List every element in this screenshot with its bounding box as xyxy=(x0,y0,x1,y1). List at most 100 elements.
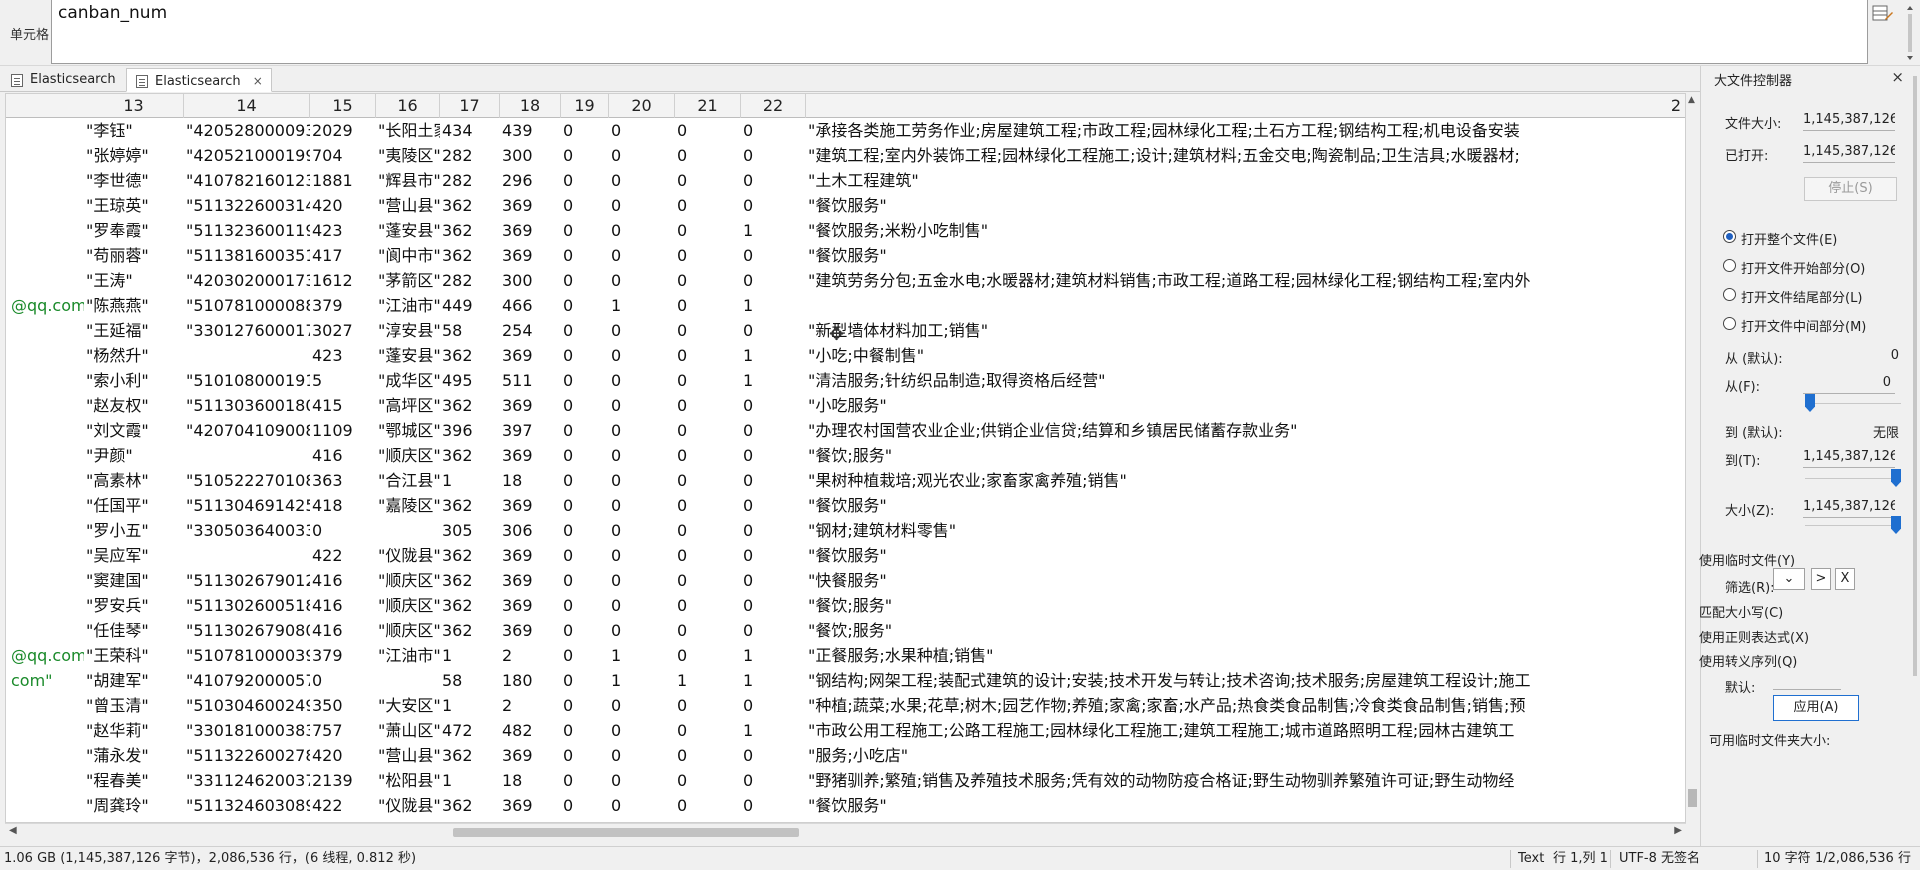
table-cell[interactable]: "420528000093828 xyxy=(184,118,310,143)
table-cell[interactable] xyxy=(6,693,84,718)
table-cell[interactable]: "511302679080023 xyxy=(184,618,310,643)
table-cell[interactable]: 58 xyxy=(440,318,500,343)
apply-button[interactable]: 应用(A) xyxy=(1773,695,1859,721)
table-row[interactable]: com""胡建军""4107920000574030581800111"钢结构;… xyxy=(6,668,1685,693)
table-cell[interactable]: 0 xyxy=(675,143,741,168)
table-cell[interactable]: 362 xyxy=(440,193,500,218)
table-cell[interactable]: 350 xyxy=(310,693,376,718)
table-cell[interactable]: 0 xyxy=(675,443,741,468)
table-cell[interactable]: "淳安县" xyxy=(376,318,440,343)
table-cell[interactable]: "大安区" xyxy=(376,693,440,718)
table-cell[interactable] xyxy=(6,168,84,193)
table-cell[interactable]: 369 xyxy=(500,543,561,568)
table-cell[interactable]: 362 xyxy=(440,343,500,368)
table-cell[interactable]: "511302679012540 xyxy=(184,568,310,593)
table-cell[interactable]: 0 xyxy=(675,168,741,193)
filter-next-button[interactable]: > xyxy=(1811,568,1831,590)
table-cell[interactable]: "王涛" xyxy=(84,268,184,293)
data-grid[interactable]: 131415161718192021222 "李钰""4205280000938… xyxy=(5,93,1686,823)
table-cell[interactable]: "餐饮服务" xyxy=(806,243,1685,268)
table-cell[interactable]: 495 xyxy=(440,368,500,393)
table-cell[interactable]: 1 xyxy=(741,368,806,393)
table-cell[interactable]: 439 xyxy=(500,118,561,143)
table-cell[interactable]: 0 xyxy=(561,793,609,818)
table-cell[interactable]: 0 xyxy=(675,193,741,218)
table-cell[interactable]: "松阳县" xyxy=(376,768,440,793)
table-cell[interactable]: "赵友权" xyxy=(84,393,184,418)
table-cell[interactable]: "服务;小吃店" xyxy=(806,743,1685,768)
table-cell[interactable]: 0 xyxy=(609,543,675,568)
table-cell[interactable] xyxy=(6,218,84,243)
table-cell[interactable] xyxy=(806,293,1685,318)
table-cell[interactable]: 362 xyxy=(440,393,500,418)
table-cell[interactable]: 1 xyxy=(440,643,500,668)
table-cell[interactable]: 0 xyxy=(741,118,806,143)
table-cell[interactable]: 0 xyxy=(561,168,609,193)
table-cell[interactable]: "清洁服务;针纺织品制造;取得资格后经营" xyxy=(806,368,1685,393)
table-cell[interactable]: "土木工程建筑" xyxy=(806,168,1685,193)
table-cell[interactable]: 416 xyxy=(310,568,376,593)
table-cell[interactable]: 417 xyxy=(310,243,376,268)
table-cell[interactable]: "茅箭区" xyxy=(376,268,440,293)
column-header[interactable]: 17 xyxy=(440,94,500,118)
radio-open-file-middle[interactable]: 打开文件中间部分(M) xyxy=(1723,316,1866,335)
table-row[interactable]: "王延福""3301276000173903027"淳安县"582540000"… xyxy=(6,318,1685,343)
table-cell[interactable]: 1 xyxy=(741,668,806,693)
table-cell[interactable]: 0 xyxy=(675,618,741,643)
table-cell[interactable] xyxy=(6,118,84,143)
table-row[interactable]: "曾玉清""510304600249263350"大安区"120000"种植;蔬… xyxy=(6,693,1685,718)
table-cell[interactable]: 0 xyxy=(675,768,741,793)
table-cell[interactable]: 0 xyxy=(741,318,806,343)
table-cell[interactable]: "顺庆区" xyxy=(376,443,440,468)
table-cell[interactable]: 482 xyxy=(500,718,561,743)
table-cell[interactable] xyxy=(6,468,84,493)
table-cell[interactable]: "曾玉清" xyxy=(84,693,184,718)
table-cell[interactable]: 362 xyxy=(440,243,500,268)
table-cell[interactable]: 362 xyxy=(440,568,500,593)
table-cell[interactable]: "510304600249263 xyxy=(184,693,310,718)
table-cell[interactable]: 2 xyxy=(500,643,561,668)
table-cell[interactable]: "嘉陵区" xyxy=(376,493,440,518)
table-cell[interactable] xyxy=(6,268,84,293)
table-row[interactable]: @qq.com""陈燕燕""510781000088004379"江油市"449… xyxy=(6,293,1685,318)
radio-open-whole-file[interactable]: 打开整个文件(E) xyxy=(1723,229,1837,248)
table-cell[interactable]: 0 xyxy=(561,568,609,593)
table-cell[interactable] xyxy=(6,618,84,643)
table-cell[interactable]: "刘文霞" xyxy=(84,418,184,443)
table-cell[interactable]: "餐饮服务;米粉小吃制售" xyxy=(806,218,1685,243)
table-cell[interactable] xyxy=(6,568,84,593)
table-cell[interactable]: 0 xyxy=(675,793,741,818)
table-cell[interactable]: 1 xyxy=(741,343,806,368)
table-cell[interactable]: "罗安兵" xyxy=(84,593,184,618)
table-cell[interactable] xyxy=(6,493,84,518)
table-cell[interactable]: 0 xyxy=(675,393,741,418)
table-cell[interactable]: 306 xyxy=(500,518,561,543)
table-cell[interactable] xyxy=(6,343,84,368)
table-cell[interactable]: 0 xyxy=(609,193,675,218)
table-cell[interactable]: 0 xyxy=(675,118,741,143)
table-cell[interactable]: 18 xyxy=(500,468,561,493)
table-cell[interactable]: "建筑工程;室内外装饰工程;园林绿化工程施工;设计;建筑材料;五金交电;陶瓷制品… xyxy=(806,143,1685,168)
table-cell[interactable]: "511323600119008 xyxy=(184,218,310,243)
table-cell[interactable]: 300 xyxy=(500,268,561,293)
table-cell[interactable]: 0 xyxy=(675,643,741,668)
table-cell[interactable]: 1109 xyxy=(310,418,376,443)
table-cell[interactable]: 0 xyxy=(561,418,609,443)
table-cell[interactable] xyxy=(6,743,84,768)
table-cell[interactable]: 0 xyxy=(609,143,675,168)
table-cell[interactable]: 1 xyxy=(609,293,675,318)
table-cell[interactable]: 282 xyxy=(440,168,500,193)
table-cell[interactable]: "高素林" xyxy=(84,468,184,493)
table-cell[interactable] xyxy=(184,343,310,368)
table-cell[interactable]: 0 xyxy=(741,193,806,218)
table-cell[interactable]: 0 xyxy=(741,468,806,493)
table-cell[interactable]: 0 xyxy=(609,168,675,193)
table-cell[interactable]: 704 xyxy=(310,143,376,168)
table-cell[interactable]: "鄂城区" xyxy=(376,418,440,443)
table-cell[interactable]: "营山县" xyxy=(376,193,440,218)
table-cell[interactable]: "正餐服务;水果种植;销售" xyxy=(806,643,1685,668)
table-cell[interactable]: 363 xyxy=(310,468,376,493)
table-cell[interactable]: 5 xyxy=(310,368,376,393)
table-cell[interactable]: "410792000057403 xyxy=(184,668,310,693)
table-cell[interactable]: 369 xyxy=(500,593,561,618)
